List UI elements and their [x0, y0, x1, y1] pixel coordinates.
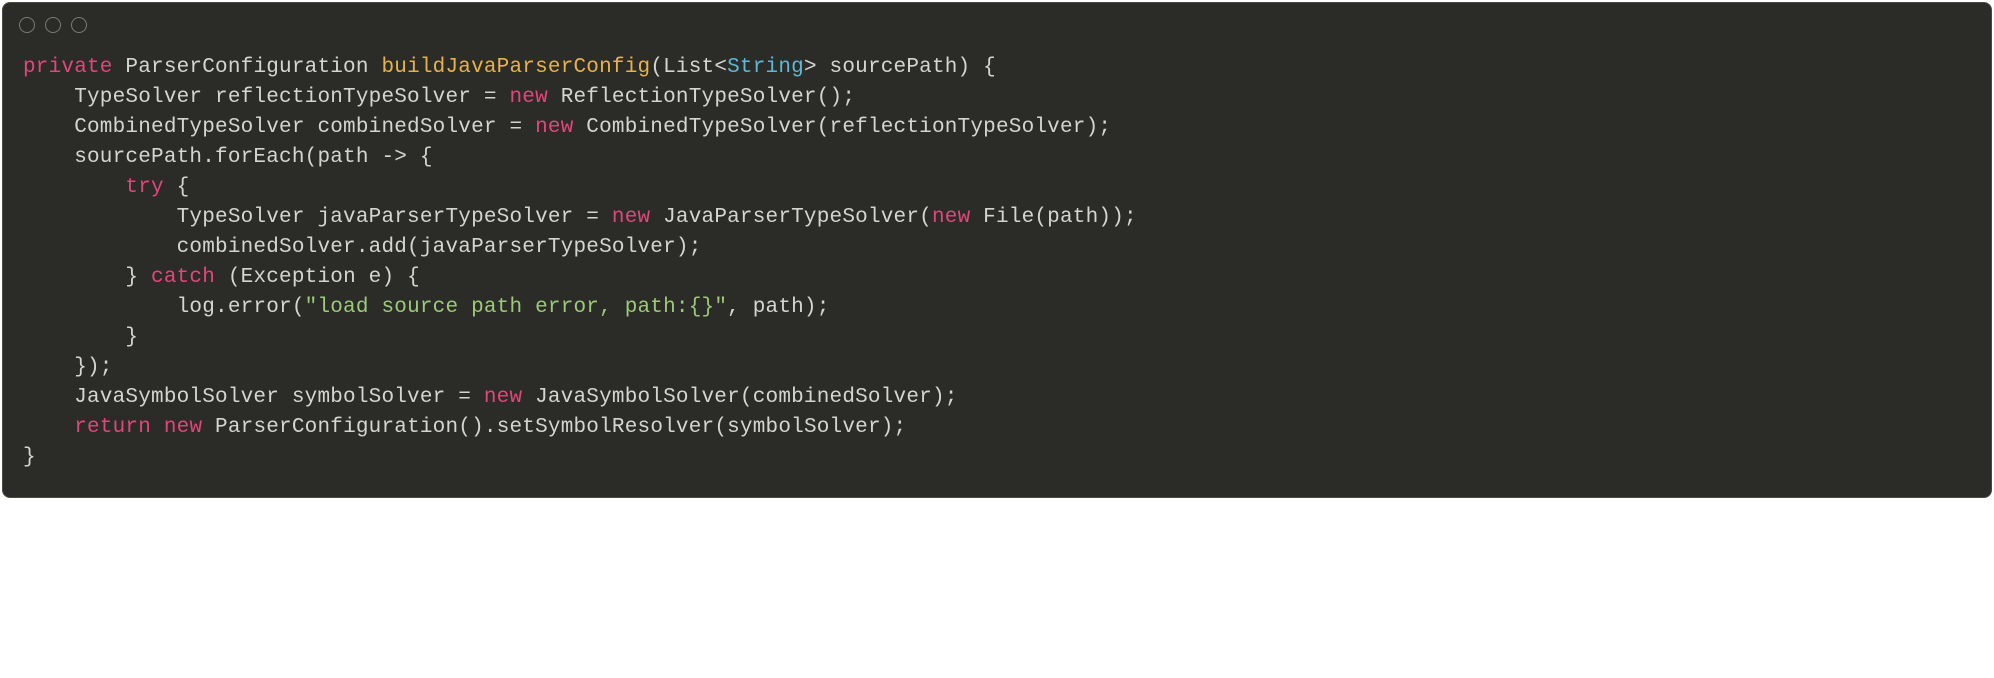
code-token: private: [23, 56, 113, 79]
code-token: new: [164, 416, 202, 439]
code-token: JavaSymbolSolver(combinedSolver);: [522, 386, 957, 409]
code-token: }: [23, 326, 138, 349]
code-token: }: [23, 446, 36, 469]
code-token: log.error(: [23, 296, 305, 319]
code-token: {: [164, 176, 190, 199]
code-content[interactable]: private ParserConfiguration buildJavaPar…: [3, 41, 1991, 497]
code-token: File(path));: [970, 206, 1136, 229]
code-token: String: [727, 56, 804, 79]
code-token: CombinedTypeSolver(reflectionTypeSolver)…: [574, 116, 1112, 139]
code-token: (List<: [650, 56, 727, 79]
code-token: [23, 416, 74, 439]
code-token: CombinedTypeSolver combinedSolver =: [23, 116, 535, 139]
code-token: new: [535, 116, 573, 139]
code-token: sourcePath.forEach(path -> {: [23, 146, 433, 169]
code-token: > sourcePath) {: [804, 56, 996, 79]
code-token: ReflectionTypeSolver();: [548, 86, 855, 109]
code-window: private ParserConfiguration buildJavaPar…: [2, 2, 1992, 498]
code-token: combinedSolver.add(javaParserTypeSolver)…: [23, 236, 702, 259]
window-controls: [3, 3, 1991, 41]
window-maximize-dot[interactable]: [71, 17, 87, 33]
code-token: });: [23, 356, 113, 379]
code-token: TypeSolver javaParserTypeSolver =: [23, 206, 612, 229]
code-token: ParserConfiguration().setSymbolResolver(…: [202, 416, 906, 439]
code-token: "load source path error, path:{}": [305, 296, 727, 319]
code-token: }: [23, 266, 151, 289]
code-token: try: [125, 176, 163, 199]
code-token: new: [612, 206, 650, 229]
code-token: , path);: [727, 296, 829, 319]
code-token: new: [509, 86, 547, 109]
code-token: [23, 176, 125, 199]
code-token: new: [932, 206, 970, 229]
code-token: [151, 416, 164, 439]
code-token: ParserConfiguration: [113, 56, 382, 79]
window-close-dot[interactable]: [19, 17, 35, 33]
code-token: JavaSymbolSolver symbolSolver =: [23, 386, 484, 409]
code-token: (Exception e) {: [215, 266, 420, 289]
code-token: JavaParserTypeSolver(: [650, 206, 932, 229]
code-token: buildJavaParserConfig: [381, 56, 650, 79]
code-token: catch: [151, 266, 215, 289]
window-minimize-dot[interactable]: [45, 17, 61, 33]
code-token: TypeSolver reflectionTypeSolver =: [23, 86, 509, 109]
code-token: new: [484, 386, 522, 409]
code-token: return: [74, 416, 151, 439]
